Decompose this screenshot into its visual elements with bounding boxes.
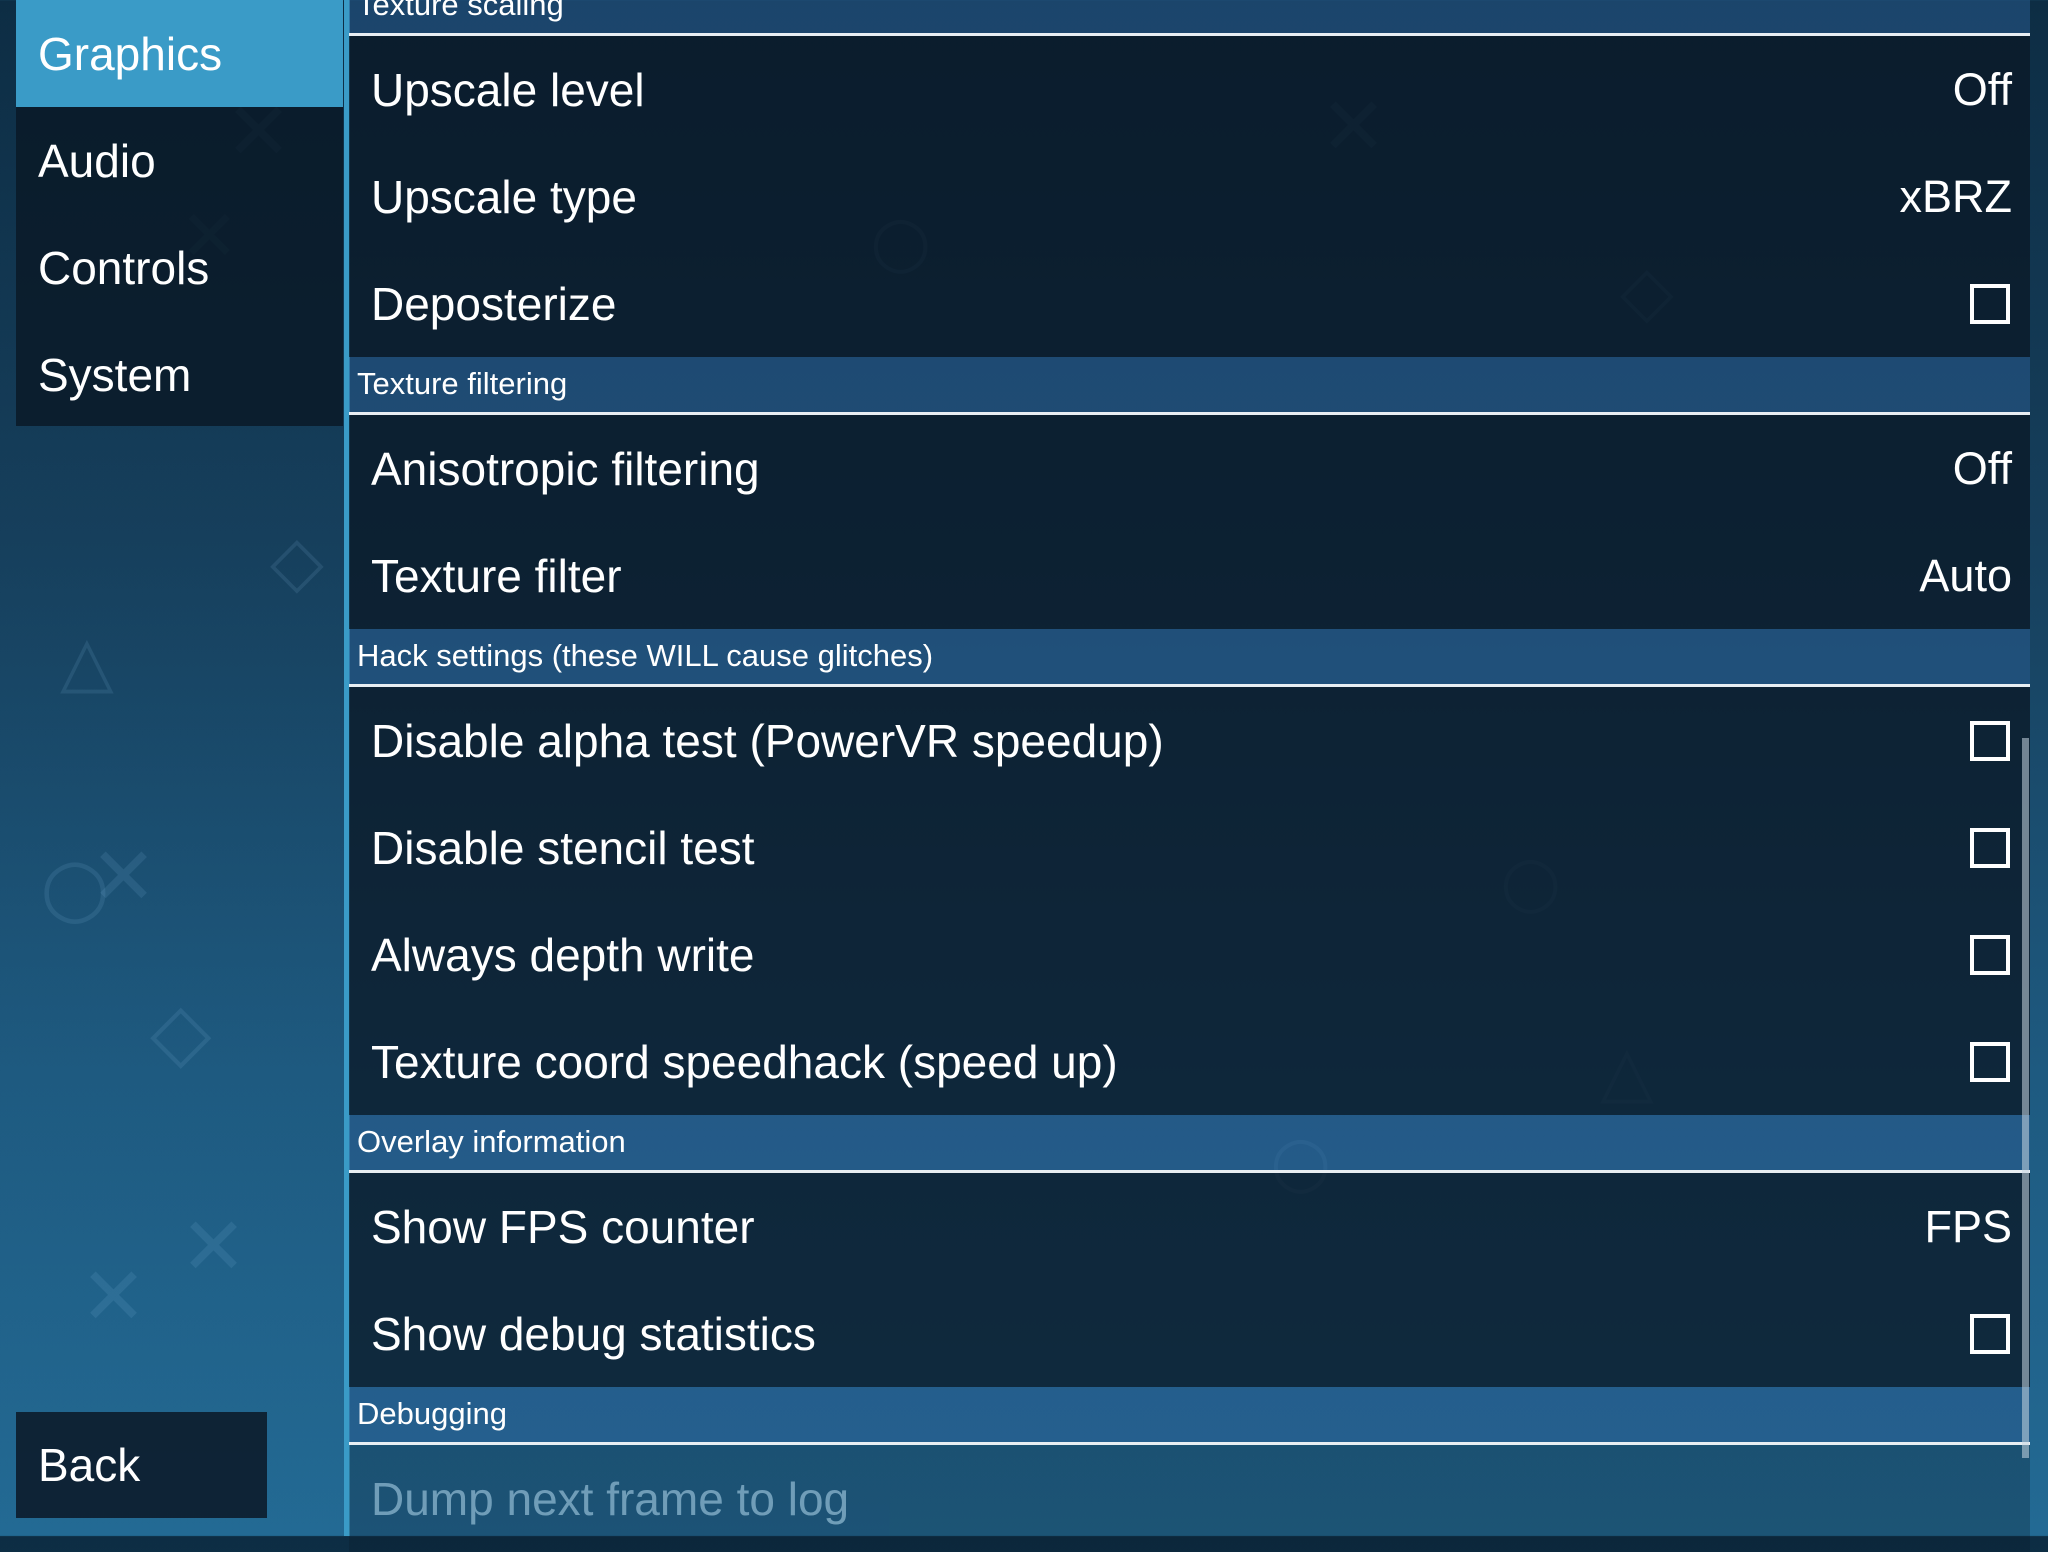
cross-icon: ✕ xyxy=(180,1200,248,1293)
cross-icon: ✕ xyxy=(90,830,158,923)
setting-label: Upscale type xyxy=(371,170,637,223)
setting-label: Deposterize xyxy=(371,277,617,330)
setting-label: Texture filter xyxy=(371,549,622,602)
triangle-icon: △ xyxy=(60,620,114,702)
cross-icon: ✕ xyxy=(80,1250,148,1343)
setting-show-fps-counter[interactable]: Show FPS counter FPS xyxy=(349,1173,2030,1280)
sidebar-item-system[interactable]: System xyxy=(16,321,343,428)
setting-anisotropic-filtering[interactable]: Anisotropic filtering Off xyxy=(349,415,2030,522)
setting-show-debug-statistics[interactable]: Show debug statistics xyxy=(349,1280,2030,1387)
back-button[interactable]: Back xyxy=(16,1412,267,1518)
setting-value: Auto xyxy=(1919,549,2012,601)
setting-disable-alpha-test[interactable]: Disable alpha test (PowerVR speedup) xyxy=(349,687,2030,794)
setting-value: Off xyxy=(1952,442,2012,494)
show-debug-statistics-checkbox[interactable] xyxy=(1970,1313,2010,1354)
section-header-hack-settings: Hack settings (these WILL cause glitches… xyxy=(349,629,2030,687)
disable-stencil-test-checkbox[interactable] xyxy=(1970,827,2010,868)
sidebar-item-controls[interactable]: Controls xyxy=(16,214,343,321)
setting-label: Always depth write xyxy=(371,928,755,981)
setting-upscale-level[interactable]: Upscale level Off xyxy=(349,36,2030,143)
section-header-texture-filtering: Texture filtering xyxy=(349,357,2030,415)
setting-label: Disable stencil test xyxy=(371,821,755,874)
sidebar-item-label: Audio xyxy=(38,134,156,187)
section-header-debugging: Debugging xyxy=(349,1387,2030,1445)
setting-disable-stencil-test[interactable]: Disable stencil test xyxy=(349,794,2030,901)
disable-alpha-test-checkbox[interactable] xyxy=(1970,720,2010,761)
sidebar-item-graphics[interactable]: Graphics xyxy=(16,0,343,107)
square-icon: ◇ xyxy=(150,985,212,1078)
setting-label: Anisotropic filtering xyxy=(371,442,760,495)
section-title: Texture scaling xyxy=(357,0,564,22)
sidebar-item-label: Graphics xyxy=(38,27,223,80)
circle-icon: ○ xyxy=(40,840,110,933)
setting-value: xBRZ xyxy=(1899,170,2013,222)
setting-label: Disable alpha test (PowerVR speedup) xyxy=(371,714,1164,767)
square-icon: ◇ xyxy=(270,520,324,602)
section-title: Hack settings (these WILL cause glitches… xyxy=(357,638,934,673)
sidebar-item-label: Controls xyxy=(38,241,210,294)
deposterize-checkbox[interactable] xyxy=(1970,283,2010,324)
always-depth-write-checkbox[interactable] xyxy=(1970,934,2010,975)
texture-coord-speedhack-checkbox[interactable] xyxy=(1970,1041,2010,1082)
settings-list: Texture scaling Upscale level Off Upscal… xyxy=(349,0,2030,1552)
setting-deposterize[interactable]: Deposterize xyxy=(349,250,2030,357)
setting-value: Off xyxy=(1952,63,2012,115)
scrollbar[interactable] xyxy=(2022,738,2029,1458)
setting-label: Texture coord speedhack (speed up) xyxy=(371,1035,1118,1088)
setting-upscale-type[interactable]: Upscale type xBRZ xyxy=(349,143,2030,250)
setting-value: FPS xyxy=(1924,1200,2012,1252)
settings-sidebar: Graphics Audio Controls System xyxy=(16,0,343,426)
back-button-label: Back xyxy=(38,1439,141,1491)
sidebar-item-audio[interactable]: Audio xyxy=(16,107,343,214)
section-title: Debugging xyxy=(357,1396,507,1431)
section-header-texture-scaling: Texture scaling xyxy=(349,0,2030,36)
sidebar-item-label: System xyxy=(38,348,192,401)
section-header-overlay-information: Overlay information xyxy=(349,1115,2030,1173)
setting-label: Dump next frame to log xyxy=(371,1472,850,1525)
setting-texture-coord-speedhack[interactable]: Texture coord speedhack (speed up) xyxy=(349,1008,2030,1115)
setting-label: Upscale level xyxy=(371,63,645,116)
setting-label: Show debug statistics xyxy=(371,1307,816,1360)
section-title: Texture filtering xyxy=(357,366,568,401)
setting-always-depth-write[interactable]: Always depth write xyxy=(349,901,2030,1008)
section-title: Overlay information xyxy=(357,1124,626,1159)
setting-label: Show FPS counter xyxy=(371,1200,755,1253)
setting-texture-filter[interactable]: Texture filter Auto xyxy=(349,522,2030,629)
